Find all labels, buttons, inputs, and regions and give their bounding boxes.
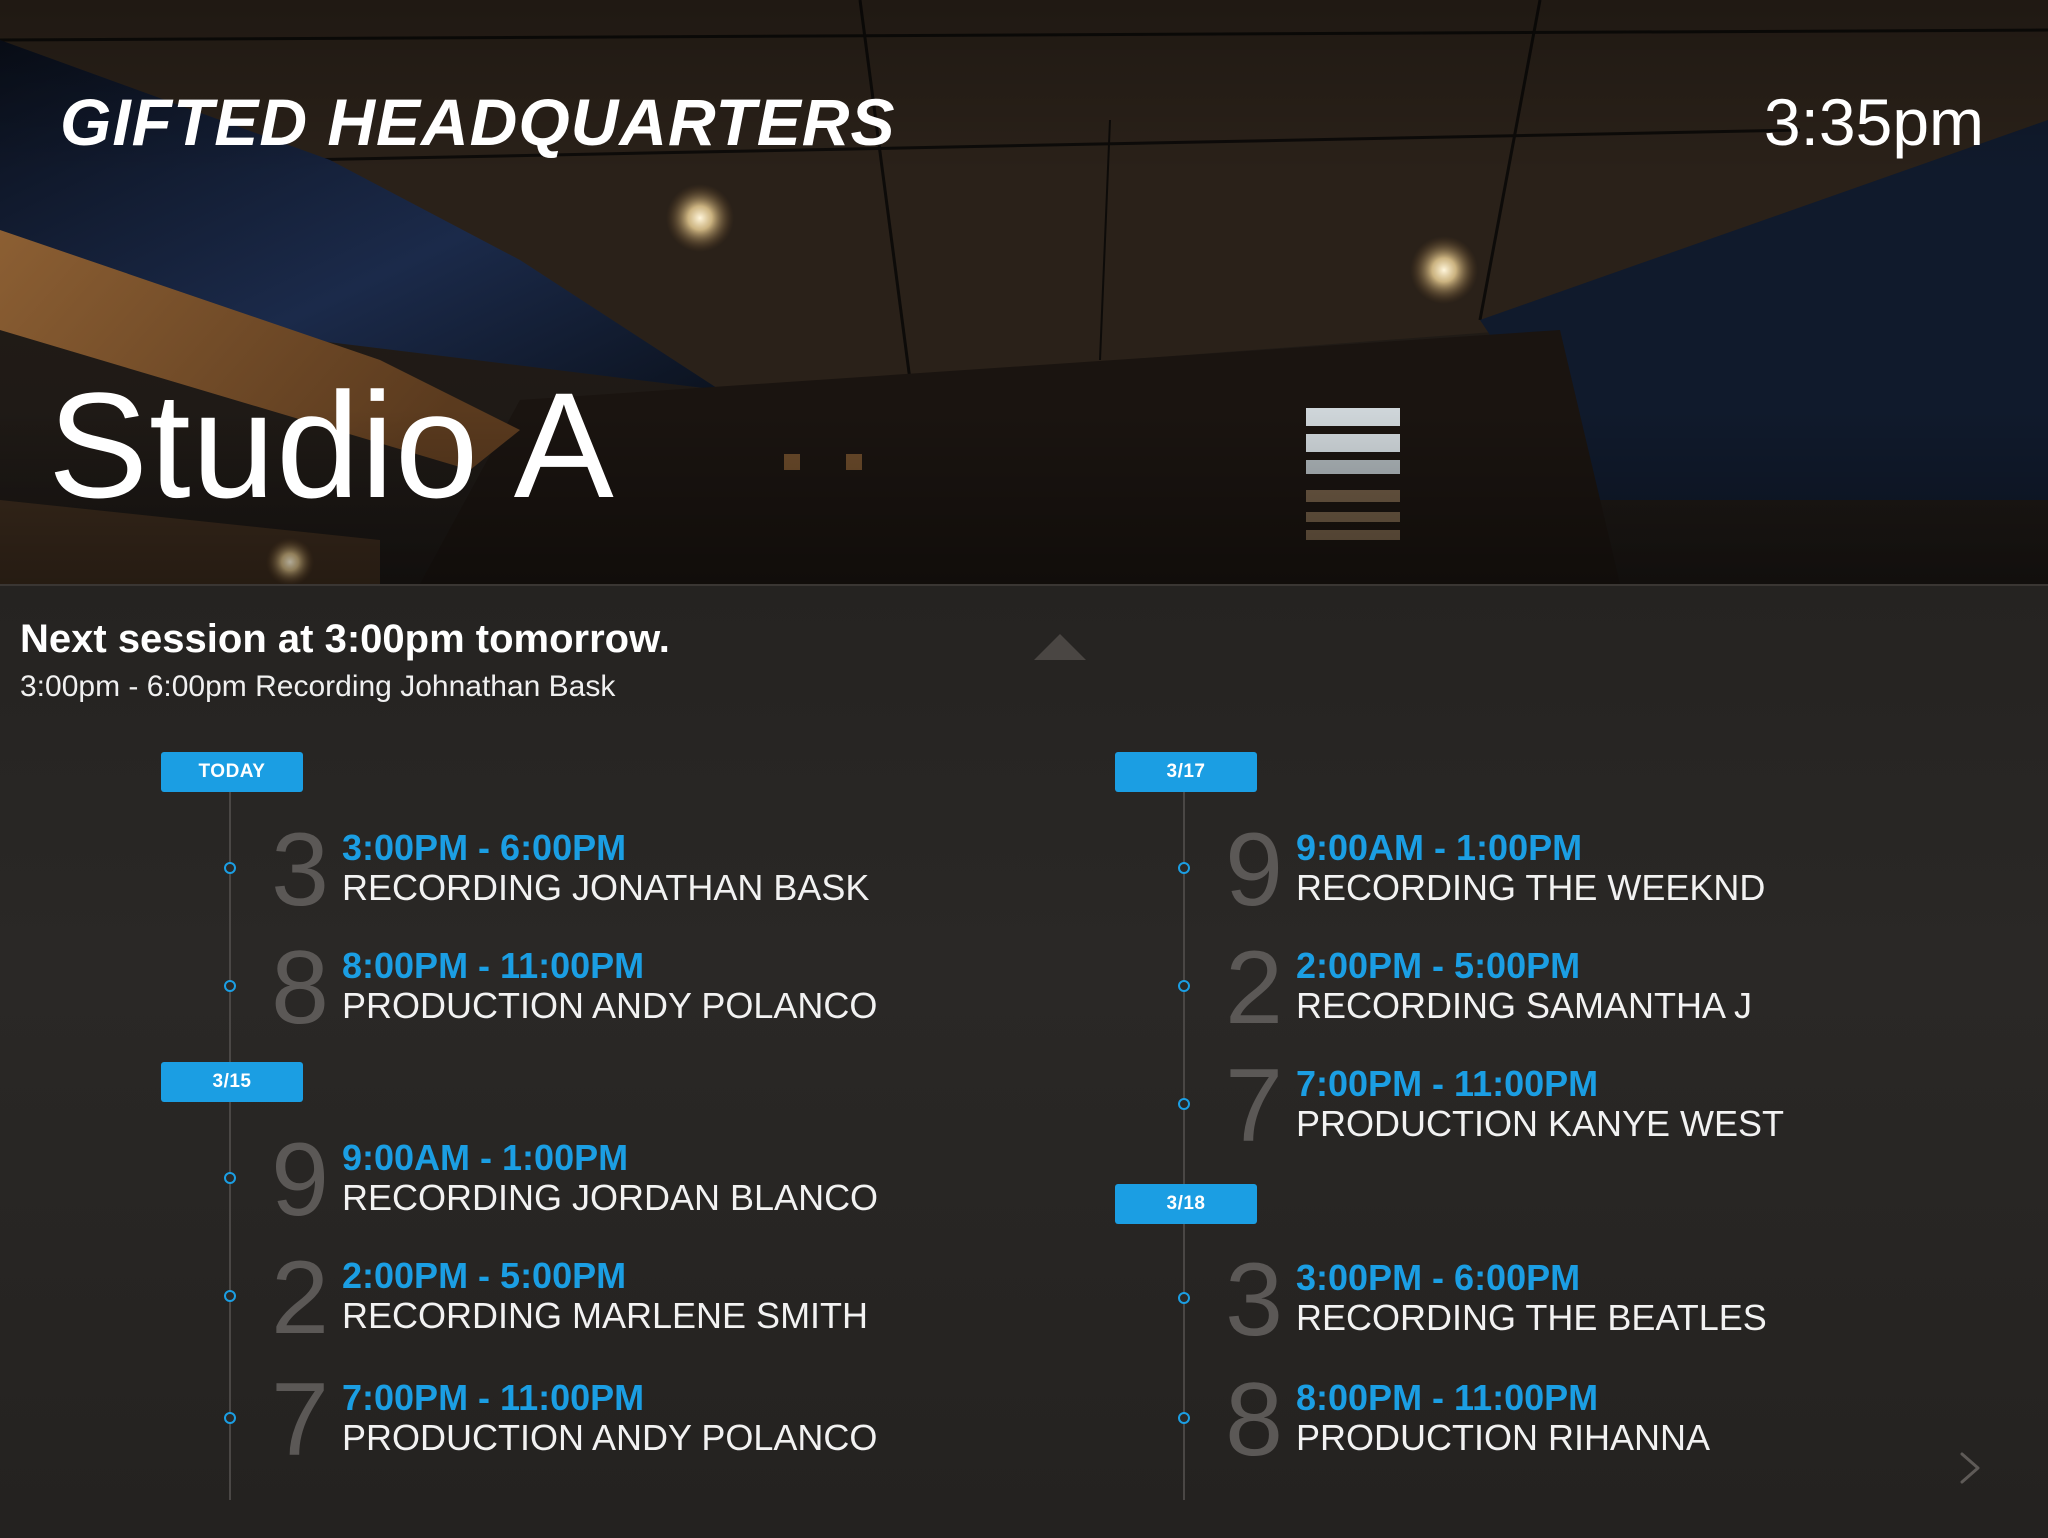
session-title: PRODUCTION KANYE WEST bbox=[1296, 1103, 1785, 1144]
session-time: 3:00PM - 6:00PM bbox=[342, 827, 627, 868]
session-title: PRODUCTION RIHANNA bbox=[1296, 1417, 1711, 1458]
next-session-detail: 3:00pm - 6:00pm Recording Johnathan Bask bbox=[20, 670, 616, 703]
session-title: RECORDING THE BEATLES bbox=[1296, 1297, 1767, 1338]
date-badge-3-17: 3/17 bbox=[1115, 752, 1257, 792]
hour-numeral: 3 bbox=[1225, 1242, 1283, 1358]
session-time: 2:00PM - 5:00PM bbox=[342, 1255, 627, 1296]
date-badge-today: TODAY bbox=[161, 752, 303, 792]
session-time: 3:00PM - 6:00PM bbox=[1296, 1257, 1581, 1298]
timeline-dot bbox=[1178, 1412, 1190, 1424]
session-title: RECORDING MARLENE SMITH bbox=[342, 1295, 869, 1336]
hour-numeral: 7 bbox=[271, 1362, 329, 1478]
session-time: 8:00PM - 11:00PM bbox=[342, 945, 645, 986]
session-time: 9:00AM - 1:00PM bbox=[342, 1137, 629, 1178]
triangle-up-icon[interactable] bbox=[1034, 634, 1086, 660]
session-title: RECORDING SAMANTHA J bbox=[1296, 985, 1753, 1026]
timeline-line bbox=[229, 792, 231, 1500]
hour-numeral: 3 bbox=[271, 812, 329, 928]
chevron-right-icon[interactable] bbox=[1958, 1450, 1982, 1486]
timeline-dot bbox=[224, 1412, 236, 1424]
schedule-column-left: TODAY 3 3:00PM - 6:00PM RECORDING JONATH… bbox=[160, 752, 960, 1500]
date-badge-3-18: 3/18 bbox=[1115, 1184, 1257, 1224]
timeline-dot bbox=[1178, 1292, 1190, 1304]
brand-title: GIFTED HEADQUARTERS bbox=[60, 85, 896, 159]
session-time: 2:00PM - 5:00PM bbox=[1296, 945, 1581, 986]
session-time: 9:00AM - 1:00PM bbox=[1296, 827, 1583, 868]
session-time: 7:00PM - 11:00PM bbox=[342, 1377, 645, 1418]
hour-numeral: 8 bbox=[1225, 1362, 1283, 1478]
session-title: PRODUCTION ANDY POLANCO bbox=[342, 1417, 878, 1458]
current-time: 3:35pm bbox=[1763, 85, 1984, 159]
room-name: Studio A bbox=[48, 361, 615, 529]
hour-numeral: 2 bbox=[271, 1240, 329, 1356]
timeline-dot bbox=[224, 1290, 236, 1302]
session-title: RECORDING JORDAN BLANCO bbox=[342, 1177, 879, 1218]
session-title: RECORDING JONATHAN BASK bbox=[342, 867, 870, 908]
hour-numeral: 7 bbox=[1225, 1048, 1283, 1164]
next-session-headline: Next session at 3:00pm tomorrow. bbox=[20, 617, 670, 661]
timeline-line bbox=[1183, 792, 1185, 1500]
session-time: 8:00PM - 11:00PM bbox=[1296, 1377, 1599, 1418]
timeline-dot bbox=[224, 1172, 236, 1184]
hour-numeral: 8 bbox=[271, 930, 329, 1046]
timeline-dot bbox=[224, 862, 236, 874]
timeline-dot bbox=[1178, 1098, 1190, 1110]
session-title: PRODUCTION ANDY POLANCO bbox=[342, 985, 878, 1026]
session-time: 7:00PM - 11:00PM bbox=[1296, 1063, 1599, 1104]
date-badge-3-15: 3/15 bbox=[161, 1062, 303, 1102]
timeline-dot bbox=[224, 980, 236, 992]
timeline-dot bbox=[1178, 980, 1190, 992]
session-title: RECORDING THE WEEKND bbox=[1296, 867, 1766, 908]
timeline-dot bbox=[1178, 862, 1190, 874]
hour-numeral: 2 bbox=[1225, 930, 1283, 1046]
schedule-column-right: 3/17 9 9:00AM - 1:00PM RECORDING THE WEE… bbox=[1114, 752, 1914, 1500]
hour-numeral: 9 bbox=[1225, 812, 1283, 928]
hour-numeral: 9 bbox=[271, 1122, 329, 1238]
